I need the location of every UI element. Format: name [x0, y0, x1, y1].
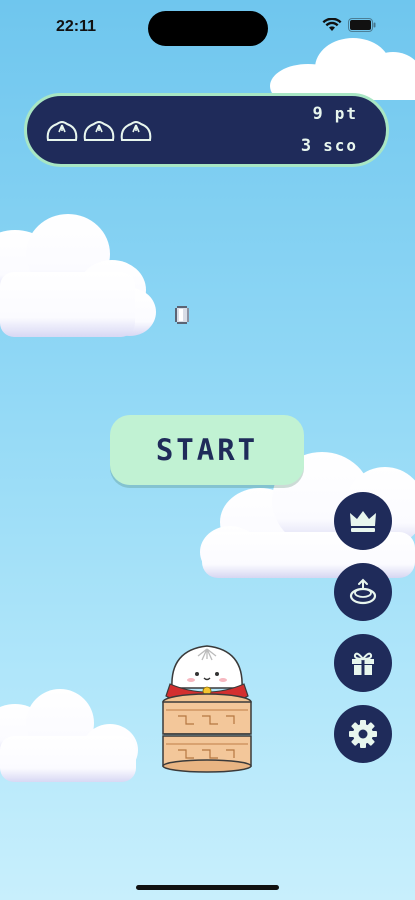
points-value: 9: [312, 104, 325, 124]
dynamic-island: [148, 11, 268, 46]
coin-icon: [175, 306, 189, 324]
score-value: 3: [300, 136, 314, 156]
steamer-button[interactable]: [334, 563, 392, 621]
bun-life-icon: [120, 121, 152, 141]
points-readout: 9 pt: [312, 104, 358, 124]
battery-icon: [348, 18, 376, 32]
score-readout: 3 sco: [301, 136, 358, 156]
gear-icon: [349, 720, 377, 748]
bun-life-icon: [46, 121, 78, 141]
settings-button[interactable]: [334, 705, 392, 763]
steamer-icon: [349, 578, 377, 605]
start-button[interactable]: START: [110, 415, 304, 485]
crown-icon: [350, 511, 376, 532]
status-time: 22:11: [56, 18, 97, 35]
cloud-top-right: [270, 38, 415, 100]
bun-life-icon: [83, 121, 115, 141]
cloud-left-lower: [0, 689, 138, 782]
leaderboard-button[interactable]: [334, 492, 392, 550]
score-unit: sco: [323, 136, 358, 155]
dumpling-character: [162, 645, 252, 773]
cloud-left-upper: [0, 214, 156, 337]
wifi-icon: [322, 18, 342, 31]
gift-button[interactable]: [334, 634, 392, 692]
gift-icon: [352, 652, 374, 675]
lives-row: [45, 118, 153, 144]
points-unit: pt: [334, 104, 358, 123]
status-icons: [322, 18, 376, 32]
home-indicator[interactable]: [136, 885, 279, 890]
score-panel: 9 pt 3 sco: [24, 93, 389, 167]
